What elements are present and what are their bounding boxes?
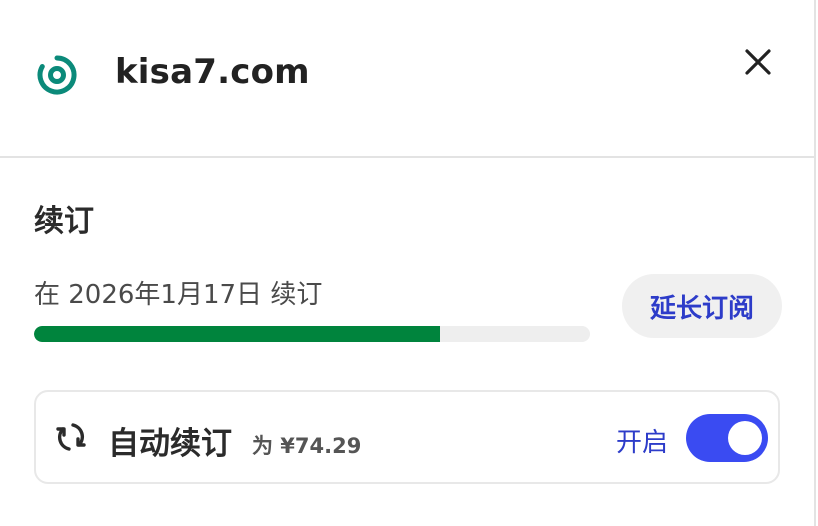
auto-renew-label: 自动续订 [108, 426, 232, 462]
auto-renew-price: 为 ¥74.29 [252, 434, 362, 458]
auto-renew-toggle[interactable] [686, 414, 768, 462]
section-title: 续订 [34, 204, 94, 239]
renewal-date-text: 在 2026年1月17日 续订 [34, 280, 323, 310]
renewal-progress-fill [34, 326, 440, 342]
auto-renew-status: 开启 [616, 428, 669, 458]
close-icon[interactable] [741, 45, 775, 79]
renewal-progress-bar [34, 326, 590, 342]
target-ring-icon [36, 54, 78, 96]
site-domain: kisa7.com [115, 52, 310, 92]
panel-header: kisa7.com [0, 0, 814, 158]
extend-subscription-button[interactable]: 延长订阅 [622, 274, 782, 338]
auto-renew-card: 自动续订 为 ¥74.29 开启 [34, 390, 780, 484]
toggle-knob [728, 421, 762, 455]
refresh-icon [54, 420, 88, 454]
subscription-panel: kisa7.com 续订 在 2026年1月17日 续订 延长订阅 自动续订 为… [0, 0, 816, 526]
